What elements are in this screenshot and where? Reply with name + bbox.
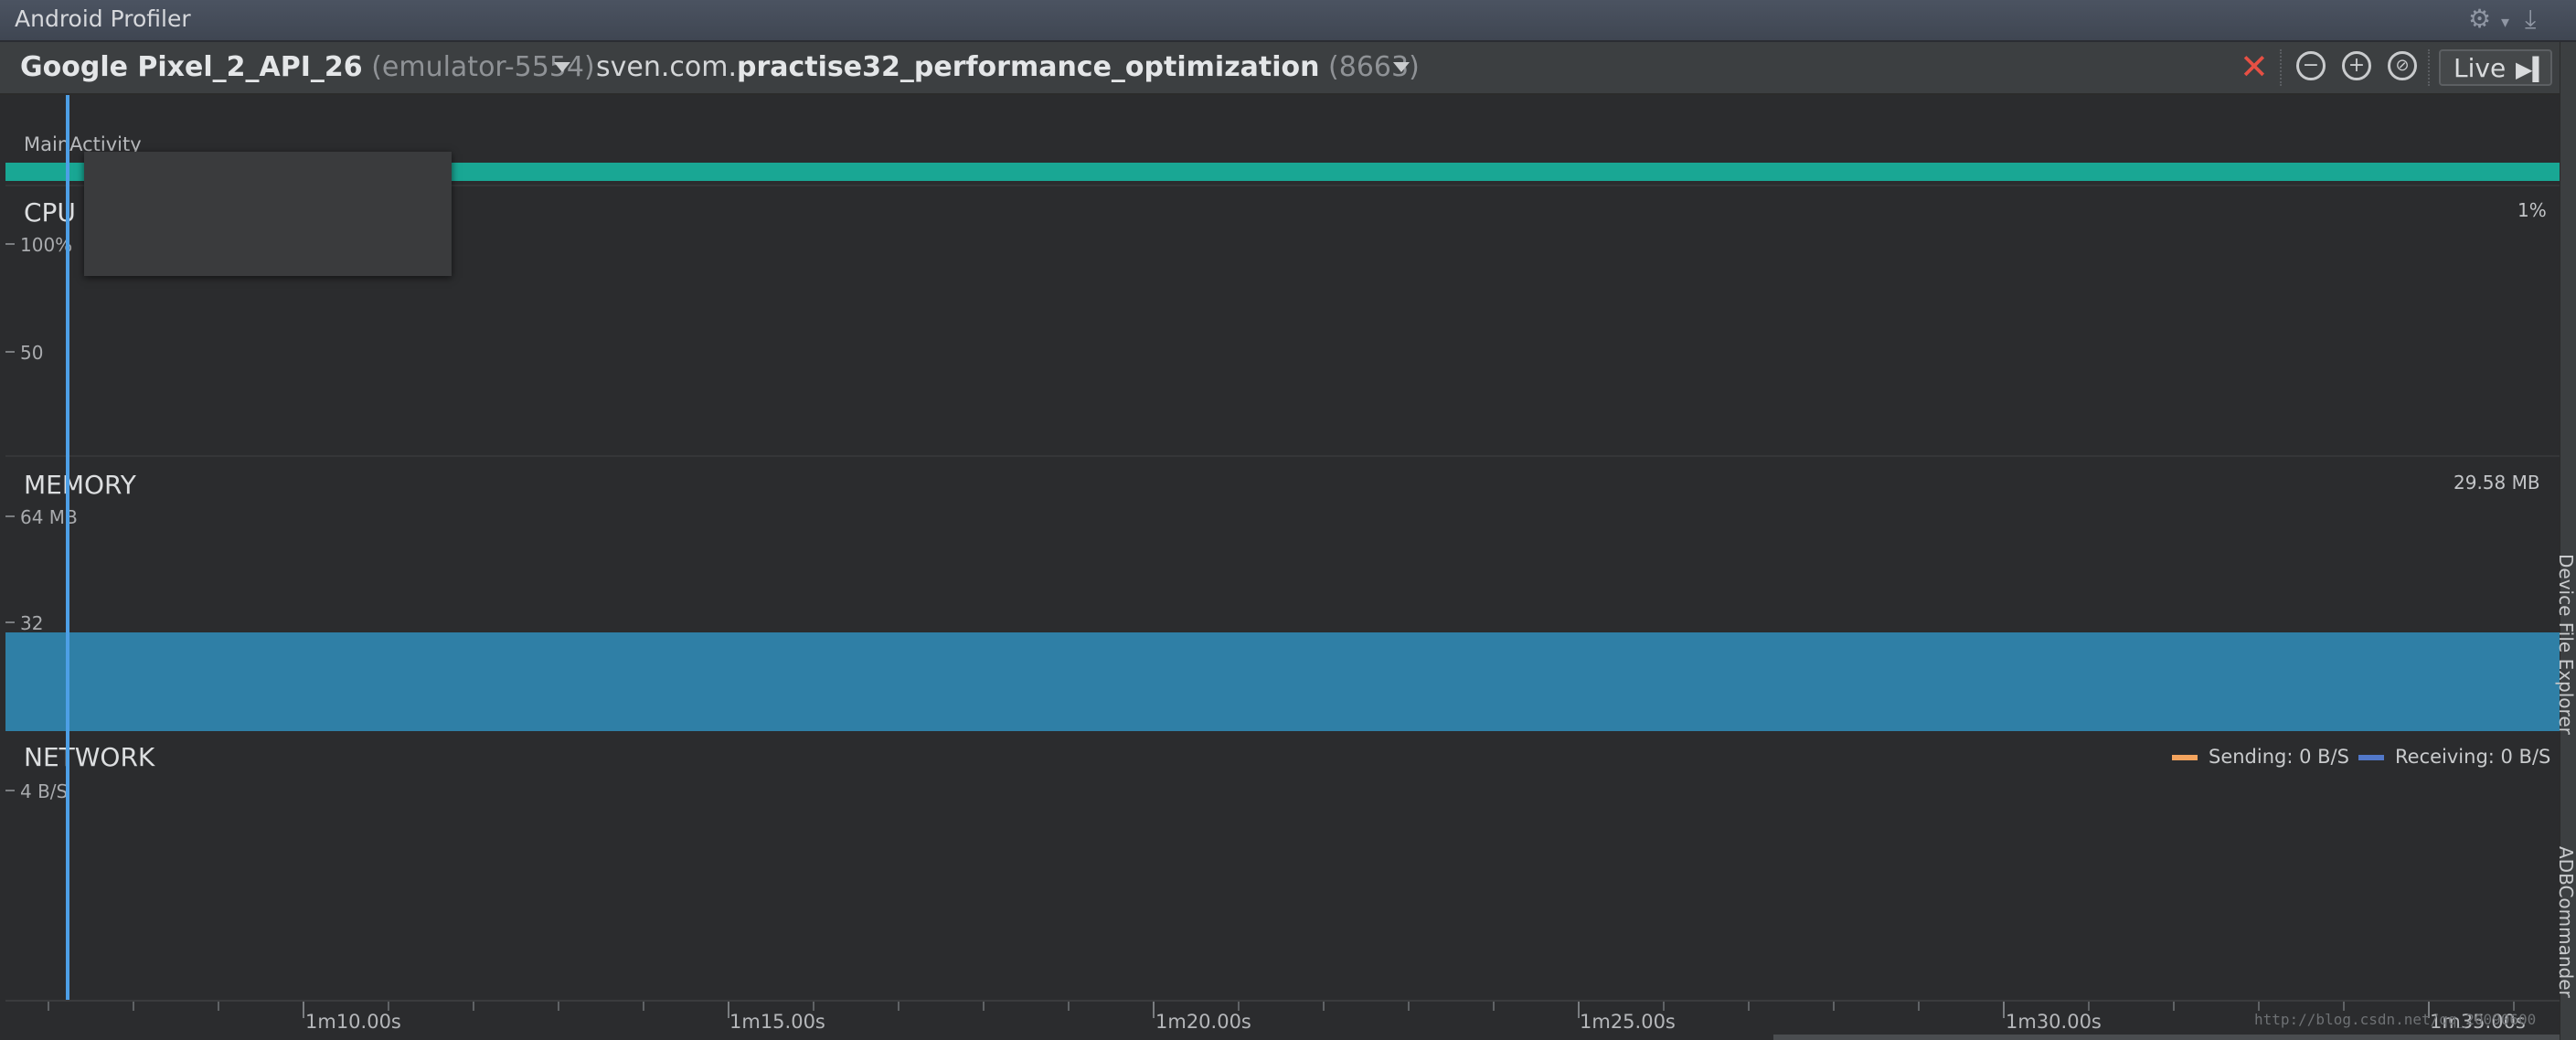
time-minor-tick [2258, 1002, 2260, 1011]
time-minor-tick [2343, 1002, 2345, 1011]
profiler-toolbar: Google Pixel_2_API_26 (emulator-5554) sv… [0, 42, 2560, 95]
time-minor-tick [1918, 1002, 1920, 1011]
time-minor-tick [48, 1002, 49, 1011]
profiler-timeline[interactable]: MainActivity CPU 100% 50 1% MEMORY 64 MB… [5, 95, 2560, 1018]
device-selector[interactable]: Google Pixel_2_API_26 (emulator-5554) [20, 51, 595, 83]
time-minor-tick [983, 1002, 985, 1011]
time-minor-tick [898, 1002, 899, 1011]
time-label: 1m10.00s [305, 1011, 401, 1033]
toolbar-separator [2280, 49, 2282, 86]
receiving-text: Receiving: 0 B/S [2395, 746, 2551, 768]
lane-divider [5, 455, 2560, 457]
time-minor-tick [133, 1002, 134, 1011]
horizontal-scrollbar[interactable] [1773, 1035, 2560, 1040]
memory-tick [5, 515, 15, 517]
network-axis-top: 4 B/S [20, 780, 69, 802]
cpu-current-value: 1% [2517, 199, 2547, 221]
time-label: 1m15.00s [729, 1011, 825, 1033]
time-minor-tick [2513, 1002, 2515, 1011]
time-minor-tick [1238, 1002, 1240, 1011]
network-label: NETWORK [24, 742, 155, 772]
process-dropdown-icon[interactable] [1393, 62, 1410, 72]
time-minor-tick [1833, 1002, 1835, 1011]
zoom-in-icon[interactable]: + [2342, 51, 2371, 80]
device-dropdown-icon[interactable] [554, 62, 570, 72]
toolbar-separator [2428, 49, 2430, 86]
live-button[interactable]: Live ▶▍ [2439, 49, 2552, 86]
time-major-tick [303, 1002, 304, 1018]
zoom-out-icon[interactable]: − [2296, 51, 2326, 80]
stop-session-icon[interactable]: ✕ [2240, 49, 2269, 84]
gear-icon[interactable]: ⚙ [2468, 4, 2491, 34]
receiving-swatch [2358, 755, 2384, 760]
cpu-axis-top: 100% [20, 234, 73, 256]
title-bar: Android Profiler ⚙ ▾ ⤓ [0, 0, 2576, 42]
network-tick [5, 790, 15, 791]
device-name: Google Pixel_2_API_26 [20, 51, 363, 83]
time-major-tick [1153, 1002, 1155, 1018]
time-minor-tick [813, 1002, 814, 1011]
watermark: http://blog.csdn.net/qq_20090600 [2254, 1011, 2537, 1028]
timeline-tooltip [84, 152, 452, 276]
time-major-tick [2003, 1002, 2005, 1018]
process-selector[interactable]: sven.com.practise32_performance_optimiza… [596, 51, 1420, 83]
memory-label: MEMORY [24, 470, 136, 500]
time-minor-tick [1323, 1002, 1325, 1011]
memory-tick [5, 621, 15, 623]
cpu-tick [5, 243, 15, 245]
time-minor-tick [473, 1002, 474, 1011]
time-minor-tick [1068, 1002, 1070, 1011]
memory-current-value: 29.58 MB [2454, 472, 2540, 493]
timeline-cursor[interactable] [66, 95, 69, 1000]
side-tab-adbcommander[interactable]: ADBCommander [2555, 846, 2576, 998]
time-minor-tick [2173, 1002, 2175, 1011]
reset-zoom-icon[interactable]: ⊘ [2388, 51, 2417, 80]
time-minor-tick [388, 1002, 389, 1011]
cpu-tick [5, 351, 15, 353]
time-minor-tick [1748, 1002, 1750, 1011]
hide-panel-icon[interactable]: ⤓ [2525, 4, 2536, 35]
memory-usage-area [5, 632, 2560, 731]
process-prefix: sven.com. [596, 51, 737, 83]
live-button-label: Live [2454, 53, 2507, 83]
time-label: 1m25.00s [1580, 1011, 1676, 1033]
legend-sending: Sending: 0 B/S [2172, 746, 2349, 768]
sending-text: Sending: 0 B/S [2209, 746, 2349, 768]
window-title: Android Profiler [15, 5, 191, 32]
memory-axis-mid: 32 [20, 612, 44, 634]
time-minor-tick [1493, 1002, 1495, 1011]
time-minor-tick [558, 1002, 559, 1011]
side-tab-device-file-explorer[interactable]: Device File Explorer [2555, 554, 2576, 735]
jump-to-live-icon: ▶▍ [2516, 57, 2549, 82]
android-profiler-window: Android Profiler ⚙ ▾ ⤓ Google Pixel_2_AP… [0, 0, 2576, 1040]
time-minor-tick [2088, 1002, 2090, 1011]
cpu-axis-mid: 50 [20, 342, 44, 364]
gear-menu-caret-icon[interactable]: ▾ [2501, 13, 2509, 32]
time-minor-tick [1663, 1002, 1665, 1011]
legend-receiving: Receiving: 0 B/S [2358, 746, 2550, 768]
time-minor-tick [1408, 1002, 1410, 1011]
time-label: 1m20.00s [1155, 1011, 1251, 1033]
time-minor-tick [218, 1002, 219, 1011]
sending-swatch [2172, 755, 2198, 760]
time-label: 1m30.00s [2006, 1011, 2102, 1033]
time-minor-tick [643, 1002, 644, 1011]
side-tool-strip: Device File Explorer ADBCommander [2555, 42, 2576, 1040]
process-name: practise32_performance_optimization [737, 51, 1320, 83]
